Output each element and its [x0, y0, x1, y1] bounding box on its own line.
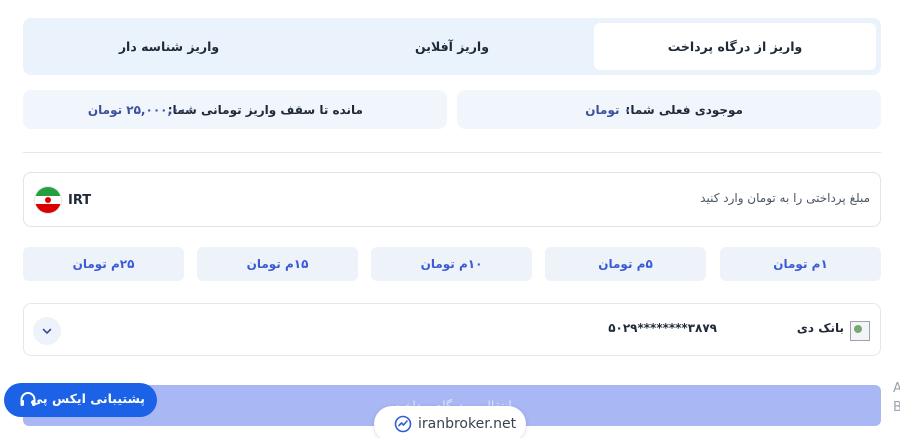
preset-label: ۱۰م تومان [420, 257, 483, 271]
preset-amount-5m[interactable]: ۵م تومان [545, 247, 706, 281]
watermark: iranbroker.net [374, 406, 526, 438]
tab-offline-deposit[interactable]: واریز آفلاین [311, 23, 593, 70]
iran-flag-icon [34, 186, 62, 214]
balance-card: موجودی فعلی شما: ۰ تومان [457, 90, 881, 129]
watermark-text: iranbroker.net [418, 416, 517, 432]
preset-label: ۲۵م تومان [72, 257, 135, 271]
bank-card-select[interactable]: بانک دی ۵۰۲۹********۳۸۷۹ [23, 303, 881, 356]
bank-logo-icon [850, 321, 870, 341]
deposit-method-tabs: واریز از درگاه پرداخت واریز آفلاین واریز… [23, 18, 881, 75]
preset-label: ۱م تومان [773, 257, 828, 271]
preset-amount-10m[interactable]: ۱۰م تومان [371, 247, 532, 281]
edge-text: A [893, 381, 900, 396]
bank-dropdown-toggle[interactable] [33, 317, 61, 345]
tab-gateway-label: واریز از درگاه پرداخت [667, 39, 803, 54]
amount-input[interactable]: مبلغ پرداختی را به تومان وارد کنید IRT [23, 172, 881, 227]
support-label: پشتیبانی ایکس پی [30, 391, 145, 406]
chart-check-icon [394, 415, 412, 433]
balance-label: موجودی فعلی شما: [625, 102, 743, 117]
support-chat-button[interactable]: پشتیبانی ایکس پی [4, 383, 157, 417]
tab-id-label: واریز شناسه دار [118, 39, 220, 54]
divider [23, 152, 881, 153]
deposit-limit-value: ۲۵,۰۰۰,۰۰۰ تومان [87, 102, 194, 117]
edge-text: B [893, 400, 900, 415]
preset-amount-1m[interactable]: ۱م تومان [720, 247, 881, 281]
card-number: ۵۰۲۹********۳۸۷۹ [608, 321, 717, 335]
preset-label: ۱۵م تومان [246, 257, 309, 271]
currency-indicator: IRT [34, 186, 91, 214]
balance-value: ۰ تومان [585, 102, 631, 117]
chevron-down-icon [42, 328, 52, 334]
preset-label: ۵م تومان [598, 257, 653, 271]
amount-placeholder: مبلغ پرداختی را به تومان وارد کنید [700, 191, 870, 205]
deposit-limit-label: مانده تا سقف واریز تومانی شما: [167, 102, 363, 117]
tab-offline-label: واریز آفلاین [415, 39, 489, 54]
tab-id-deposit[interactable]: واریز شناسه دار [28, 23, 310, 70]
deposit-limit-card: مانده تا سقف واریز تومانی شما: ۲۵,۰۰۰,۰۰… [23, 90, 447, 129]
preset-amount-25m[interactable]: ۲۵م تومان [23, 247, 184, 281]
currency-code: IRT [68, 192, 92, 208]
tab-gateway-deposit[interactable]: واریز از درگاه پرداخت [594, 23, 876, 70]
preset-amount-15m[interactable]: ۱۵م تومان [197, 247, 358, 281]
headset-icon [20, 392, 36, 406]
bank-name: بانک دی [796, 321, 844, 335]
